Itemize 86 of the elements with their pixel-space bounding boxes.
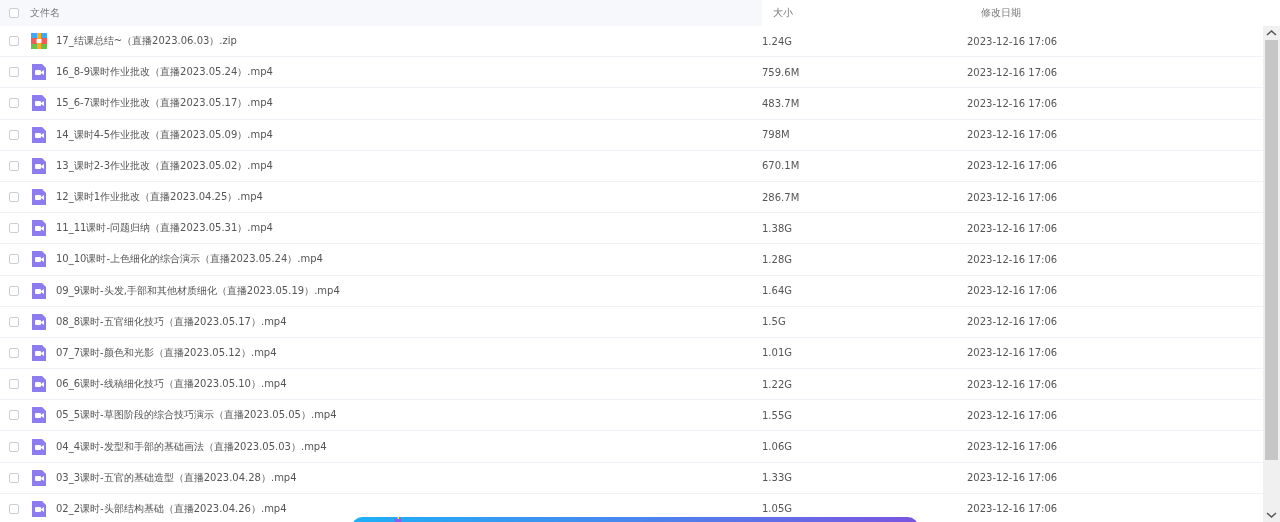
- file-name[interactable]: 04_4课时-发型和手部的基础画法（直播2023.05.03）.mp4: [56, 439, 327, 454]
- file-size: 1.06G: [762, 441, 793, 453]
- file-size: 798M: [762, 129, 791, 141]
- file-size: 1.28G: [762, 253, 793, 265]
- file-name[interactable]: 14_课时4-5作业批改（直播2023.05.09）.mp4: [56, 127, 273, 142]
- modified-date: 2023-12-16 17:06: [967, 316, 1059, 328]
- file-name[interactable]: 02_2课时-头部结构基础（直播2023.04.26）.mp4: [56, 501, 287, 516]
- checkbox[interactable]: [9, 441, 19, 452]
- file-name[interactable]: 07_7课时-颜色和光影（直播2023.05.12）.mp4: [56, 345, 277, 360]
- video-file-icon: [30, 94, 48, 113]
- checkbox[interactable]: [9, 254, 19, 265]
- file-name[interactable]: 12_课时1作业批改（直播2023.04.25）.mp4: [56, 190, 263, 205]
- column-header[interactable]: 修改日期: [967, 6, 1280, 20]
- scrollbar[interactable]: [1263, 26, 1280, 522]
- checkbox[interactable]: [9, 410, 19, 421]
- modified-date: 2023-12-16 17:06: [967, 191, 1059, 203]
- file-name[interactable]: 17_结课总结~（直播2023.06.03）.zip: [56, 34, 237, 49]
- modified-date: 2023-12-16 17:06: [967, 378, 1059, 390]
- modified-date: 2023-12-16 17:06: [967, 160, 1059, 172]
- video-file-icon: [30, 156, 48, 175]
- file-size: 1.24G: [762, 35, 793, 47]
- checkbox[interactable]: [9, 129, 19, 140]
- column-header[interactable]: 文件名: [30, 6, 60, 20]
- file-name[interactable]: 05_5课时-草图阶段的综合技巧演示（直播2023.05.05）.mp4: [56, 408, 337, 423]
- checkbox[interactable]: [9, 8, 19, 18]
- checkbox[interactable]: [9, 347, 19, 358]
- file-name[interactable]: 03_3课时-五官的基础造型（直播2023.04.28）.mp4: [56, 470, 297, 485]
- checkbox[interactable]: [9, 192, 19, 203]
- video-file-icon: [30, 250, 48, 269]
- checkbox[interactable]: [9, 67, 19, 78]
- file-size: 1.05G: [762, 503, 793, 515]
- file-name[interactable]: 08_8课时-五官细化技巧（直播2023.05.17）.mp4: [56, 314, 287, 329]
- archive-icon: [30, 32, 48, 51]
- scroll-thumb[interactable]: [1265, 40, 1278, 460]
- file-name[interactable]: 06_6课时-线稿细化技巧（直播2023.05.10）.mp4: [56, 377, 287, 392]
- checkbox[interactable]: [9, 503, 19, 514]
- video-file-icon: [30, 125, 48, 144]
- checkbox[interactable]: [9, 472, 19, 483]
- video-file-icon: [30, 343, 48, 362]
- modified-date: 2023-12-16 17:06: [967, 66, 1059, 78]
- file-name[interactable]: 09_9课时-头发,手部和其他材质细化（直播2023.05.19）.mp4: [56, 283, 340, 298]
- video-file-icon: [30, 281, 48, 300]
- modified-date: 2023-12-16 17:06: [967, 441, 1059, 453]
- file-name[interactable]: 16_8-9课时作业批改（直播2023.05.24）.mp4: [56, 65, 273, 80]
- checkbox[interactable]: [9, 98, 19, 109]
- modified-date: 2023-12-16 17:06: [967, 285, 1059, 297]
- video-file-icon: [30, 219, 48, 238]
- modified-date: 2023-12-16 17:06: [967, 347, 1059, 359]
- checkbox[interactable]: [9, 285, 19, 296]
- file-name[interactable]: 10_10课时-上色细化的综合演示（直播2023.05.24）.mp4: [56, 252, 323, 267]
- modified-date: 2023-12-16 17:06: [967, 97, 1059, 109]
- checkbox[interactable]: [9, 379, 19, 390]
- file-name[interactable]: 11_11课时-问题归纳（直播2023.05.31）.mp4: [56, 221, 273, 236]
- modified-date: 2023-12-16 17:06: [967, 503, 1059, 515]
- modified-date: 2023-12-16 17:06: [967, 35, 1059, 47]
- file-size: 759.6M: [762, 66, 801, 78]
- file-size: 1.38G: [762, 222, 793, 234]
- file-size: 1.55G: [762, 409, 793, 421]
- video-file-icon: [30, 437, 48, 456]
- checkbox[interactable]: [9, 316, 19, 327]
- file-size: 1.5G: [762, 316, 787, 328]
- file-size: 670.1M: [762, 160, 801, 172]
- modified-date: 2023-12-16 17:06: [967, 409, 1059, 421]
- modified-date: 2023-12-16 17:06: [967, 222, 1059, 234]
- video-file-icon: [30, 375, 48, 394]
- video-file-icon: [30, 406, 48, 425]
- file-size: 1.01G: [762, 347, 793, 359]
- file-size: 1.64G: [762, 285, 793, 297]
- column-header[interactable]: 大小: [762, 6, 967, 20]
- file-name[interactable]: 13_课时2-3作业批改（直播2023.05.02）.mp4: [56, 158, 273, 173]
- modified-date: 2023-12-16 17:06: [967, 472, 1059, 484]
- video-file-icon: [30, 468, 48, 487]
- video-file-icon: [30, 312, 48, 331]
- modified-date: 2023-12-16 17:06: [967, 129, 1059, 141]
- video-file-icon: [30, 188, 48, 207]
- file-size: 286.7M: [762, 191, 801, 203]
- checkbox[interactable]: [9, 36, 19, 47]
- video-file-icon: [30, 63, 48, 82]
- checkbox[interactable]: [9, 223, 19, 234]
- video-file-icon: [30, 499, 48, 518]
- modified-date: 2023-12-16 17:06: [967, 253, 1059, 265]
- file-size: 1.33G: [762, 472, 793, 484]
- file-size: 483.7M: [762, 97, 801, 109]
- file-size: 1.22G: [762, 378, 793, 390]
- checkbox[interactable]: [9, 160, 19, 171]
- file-name[interactable]: 15_6-7课时作业批改（直播2023.05.17）.mp4: [56, 96, 273, 111]
